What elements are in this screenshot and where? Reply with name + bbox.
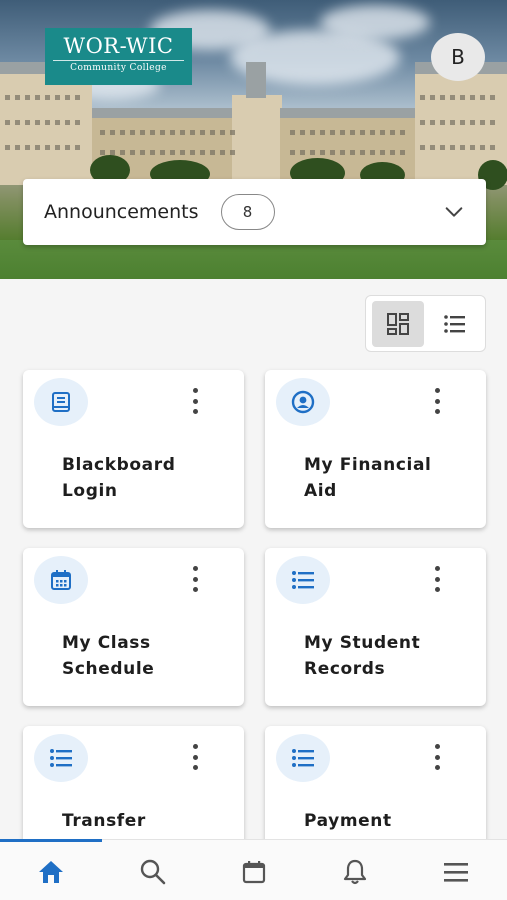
nav-calendar[interactable] [236, 854, 272, 890]
announcements-label: Announcements [44, 201, 199, 223]
card-title: My Financial Aid [304, 455, 432, 501]
grid-view-button[interactable] [372, 301, 424, 347]
logo-subtitle: Community College [53, 60, 184, 73]
more-options-icon[interactable] [430, 742, 444, 772]
search-icon [140, 859, 166, 885]
college-logo: WOR-WIC Community College [45, 28, 192, 85]
nav-menu[interactable] [438, 854, 474, 890]
grid-view-icon [387, 313, 409, 335]
card-icon-wrap [276, 556, 330, 604]
home-icon [39, 861, 63, 883]
card-icon-wrap [276, 734, 330, 782]
card-icon-wrap [34, 734, 88, 782]
menu-icon [444, 863, 468, 882]
avatar[interactable]: B [431, 33, 485, 81]
list-view-button[interactable] [429, 301, 481, 347]
logo-title: WOR-WIC [63, 34, 174, 58]
calendar-icon [51, 570, 71, 590]
card-title: Blackboard Login [62, 455, 176, 501]
card-icon-wrap [34, 556, 88, 604]
list-icon [292, 571, 314, 589]
card-my-class-schedule[interactable]: My Class Schedule [23, 548, 244, 706]
avatar-initial: B [451, 45, 465, 69]
nav-notifications[interactable] [337, 854, 373, 890]
list-view-icon [444, 315, 465, 333]
bottom-nav [0, 839, 507, 900]
card-my-student-records[interactable]: My Student Records [265, 548, 486, 706]
nav-search[interactable] [135, 854, 171, 890]
nav-home[interactable] [33, 854, 69, 890]
card-title: My Student Records [304, 633, 421, 679]
chevron-down-icon [445, 207, 463, 217]
card-blackboard-login[interactable]: Blackboard Login [23, 370, 244, 528]
card-my-financial-aid[interactable]: My Financial Aid [265, 370, 486, 528]
list-icon [292, 749, 314, 767]
active-tab-indicator [0, 839, 102, 842]
view-toggle [365, 295, 486, 352]
card-title: My Class Schedule [62, 633, 155, 679]
more-options-icon[interactable] [188, 742, 202, 772]
more-options-icon[interactable] [430, 386, 444, 416]
calendar-icon [242, 861, 266, 884]
card-icon-wrap [34, 378, 88, 426]
list-icon [50, 749, 72, 767]
notifications-icon [343, 859, 367, 885]
more-options-icon[interactable] [188, 564, 202, 594]
more-options-icon[interactable] [430, 564, 444, 594]
card-title: Transfer [62, 811, 146, 831]
book-icon [52, 392, 70, 412]
announcements-count-badge: 8 [220, 194, 275, 230]
user-circle-icon [291, 390, 315, 414]
card-icon-wrap [276, 378, 330, 426]
announcements-dropdown[interactable]: Announcements 8 [23, 179, 486, 245]
card-title: Payment [304, 811, 392, 831]
more-options-icon[interactable] [188, 386, 202, 416]
